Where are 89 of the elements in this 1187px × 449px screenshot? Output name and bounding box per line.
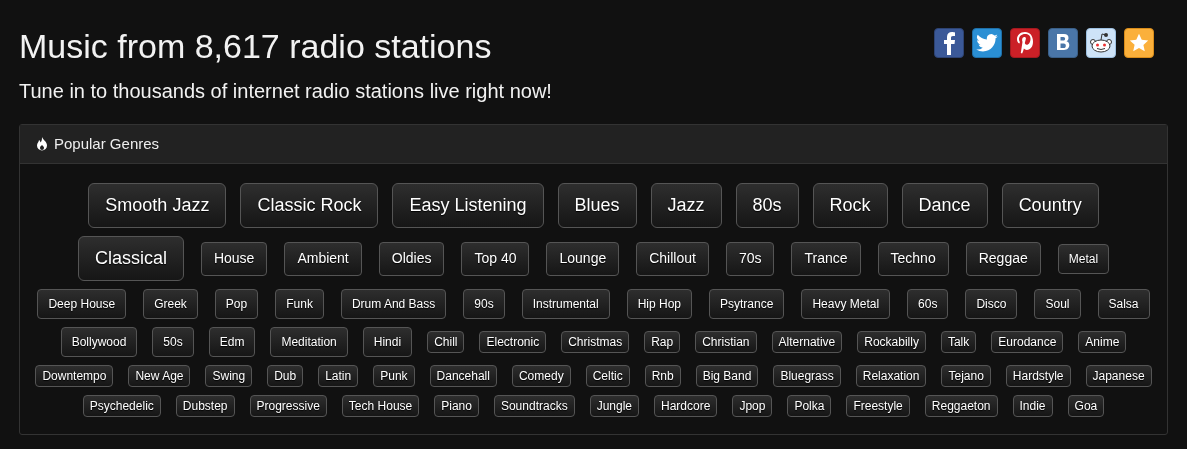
genre-button[interactable]: Greek	[143, 289, 198, 319]
genre-button[interactable]: Bollywood	[60, 327, 138, 357]
genre-button[interactable]: Dancehall	[429, 365, 497, 387]
genre-button[interactable]: Indie	[1012, 395, 1053, 417]
genre-button[interactable]: Dubstep	[175, 395, 235, 417]
twitter-icon[interactable]	[972, 28, 1002, 58]
genre-button[interactable]: Disco	[965, 289, 1018, 319]
genre-button[interactable]: Oldies	[378, 241, 445, 276]
genre-button[interactable]: Drum And Bass	[340, 289, 447, 319]
genre-button[interactable]: Anime	[1078, 331, 1127, 353]
page-title: Music from 8,617 radio stations	[19, 26, 493, 67]
genre-button[interactable]: Metal	[1057, 243, 1110, 274]
genre-button[interactable]: New Age	[128, 365, 191, 387]
genre-button[interactable]: Rap	[644, 331, 681, 353]
genre-button[interactable]: Bluegrass	[773, 365, 841, 387]
genre-button[interactable]: Smooth Jazz	[88, 183, 227, 228]
genre-button[interactable]: 90s	[463, 289, 505, 319]
genre-button[interactable]: Funk	[275, 289, 324, 319]
genre-button[interactable]: Psytrance	[709, 289, 785, 319]
genre-button[interactable]: Latin	[318, 365, 359, 387]
genre-button[interactable]: Pop	[214, 289, 259, 319]
genre-button[interactable]: Deep House	[37, 289, 127, 319]
genre-button[interactable]: Progressive	[249, 395, 327, 417]
genre-button[interactable]: Edm	[208, 327, 256, 357]
genre-button[interactable]: Top 40	[461, 241, 530, 276]
facebook-icon[interactable]	[934, 28, 964, 58]
genre-button[interactable]: Jungle	[589, 395, 639, 417]
genre-button[interactable]: Electronic	[479, 331, 547, 353]
page-subtitle: Tune in to thousands of internet radio stations live right now!	[19, 79, 552, 104]
genre-button[interactable]: Soundtracks	[493, 395, 575, 417]
genre-button[interactable]: Christmas	[561, 331, 630, 353]
genre-button[interactable]: Hardcore	[654, 395, 718, 417]
genre-button[interactable]: Country	[1001, 183, 1099, 228]
genre-button[interactable]: Meditation	[270, 327, 348, 357]
genre-button[interactable]: Chill	[427, 331, 465, 353]
genre-button[interactable]: Dance	[901, 183, 988, 228]
genre-button[interactable]: Soul	[1034, 289, 1081, 319]
genre-button[interactable]: Psychedelic	[82, 395, 161, 417]
panel-title: Popular Genres	[54, 133, 160, 154]
genre-button[interactable]: Downtempo	[35, 365, 114, 387]
genre-button[interactable]: Comedy	[511, 365, 571, 387]
genre-button[interactable]: Classical	[77, 236, 184, 281]
genre-button[interactable]: Polka	[787, 395, 832, 417]
genre-button[interactable]: Reggae	[965, 241, 1041, 276]
genre-button[interactable]: 60s	[907, 289, 949, 319]
genre-button[interactable]: Classic Rock	[240, 183, 379, 228]
flame-icon	[36, 137, 48, 151]
genre-button[interactable]: Celtic	[585, 365, 630, 387]
genre-button[interactable]: Blues	[557, 183, 637, 228]
genre-button[interactable]: Eurodance	[991, 331, 1064, 353]
genre-button[interactable]: Goa	[1067, 395, 1105, 417]
genre-button[interactable]: 50s	[152, 327, 194, 357]
genre-button[interactable]: Salsa	[1097, 289, 1150, 319]
genre-button[interactable]: Christian	[695, 331, 757, 353]
genre-button[interactable]: Heavy Metal	[801, 289, 891, 319]
genre-button[interactable]: Hardstyle	[1005, 365, 1071, 387]
genre-button[interactable]: Chillout	[636, 241, 709, 276]
genre-button[interactable]: Dub	[267, 365, 304, 387]
genre-button[interactable]: Instrumental	[521, 289, 610, 319]
genre-button[interactable]: Jpop	[732, 395, 773, 417]
genre-button[interactable]: 80s	[735, 183, 799, 228]
genre-button[interactable]: Reggaeton	[924, 395, 998, 417]
genre-button[interactable]: Japanese	[1085, 365, 1152, 387]
genre-button[interactable]: Rockabilly	[857, 331, 926, 353]
genre-button[interactable]: Easy Listening	[392, 183, 544, 228]
genre-button[interactable]: House	[200, 241, 268, 276]
genre-button[interactable]: Relaxation	[855, 365, 927, 387]
genre-button[interactable]: Hindi	[362, 327, 413, 357]
genre-button[interactable]: Lounge	[546, 241, 620, 276]
genre-button[interactable]: Rnb	[644, 365, 681, 387]
pinterest-icon[interactable]	[1010, 28, 1040, 58]
genre-button[interactable]: 70s	[725, 241, 775, 276]
genre-button[interactable]: Freestyle	[846, 395, 910, 417]
genre-button[interactable]: Hip Hop	[626, 289, 693, 319]
genre-button[interactable]: Tejano	[941, 365, 991, 387]
genre-button[interactable]: Ambient	[284, 241, 362, 276]
genre-button[interactable]: Techno	[877, 241, 949, 276]
genre-button[interactable]: Swing	[205, 365, 253, 387]
genre-button[interactable]: Trance	[791, 241, 861, 276]
genre-button[interactable]: Talk	[940, 331, 977, 353]
genre-button[interactable]: Big Band	[695, 365, 759, 387]
genre-button[interactable]: Alternative	[771, 331, 843, 353]
reddit-alien-icon[interactable]	[1086, 28, 1116, 58]
genre-button[interactable]: Piano	[434, 395, 479, 417]
letter-b-icon[interactable]	[1048, 28, 1078, 58]
genre-button[interactable]: Tech House	[341, 395, 420, 417]
genre-button[interactable]: Rock	[812, 183, 888, 228]
genre-button[interactable]: Punk	[373, 365, 415, 387]
genre-button[interactable]: Jazz	[650, 183, 722, 228]
